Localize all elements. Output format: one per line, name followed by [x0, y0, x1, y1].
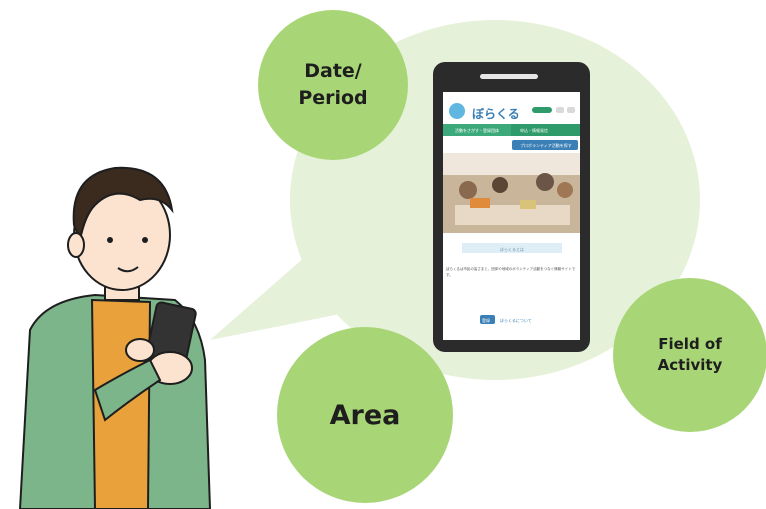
- about-link[interactable]: ぼらくるについて: [500, 318, 560, 324]
- field-of-activity-label: Field of Activity: [657, 335, 723, 374]
- area-label: Area: [329, 399, 401, 431]
- date-period-label: Date/ Period: [298, 60, 368, 109]
- nav-tab-apply[interactable]: 申込・情報発信: [520, 128, 575, 134]
- register-button[interactable]: 登録: [482, 318, 502, 324]
- person-illustration: [18, 166, 212, 509]
- nav-tab-find[interactable]: 活動をさがす・登録団体: [455, 128, 515, 134]
- search-button[interactable]: プロボランティア活動を探す: [520, 143, 576, 149]
- app-logo-icon: [449, 103, 465, 119]
- section-heading: ぼらくるとは: [500, 247, 524, 252]
- app-title: ぼらくる: [472, 107, 520, 121]
- intro-text: ぼらくるは市民の皆さまと、団体や地域のボランティア活動をつなぐ情報サイトです。: [446, 267, 576, 277]
